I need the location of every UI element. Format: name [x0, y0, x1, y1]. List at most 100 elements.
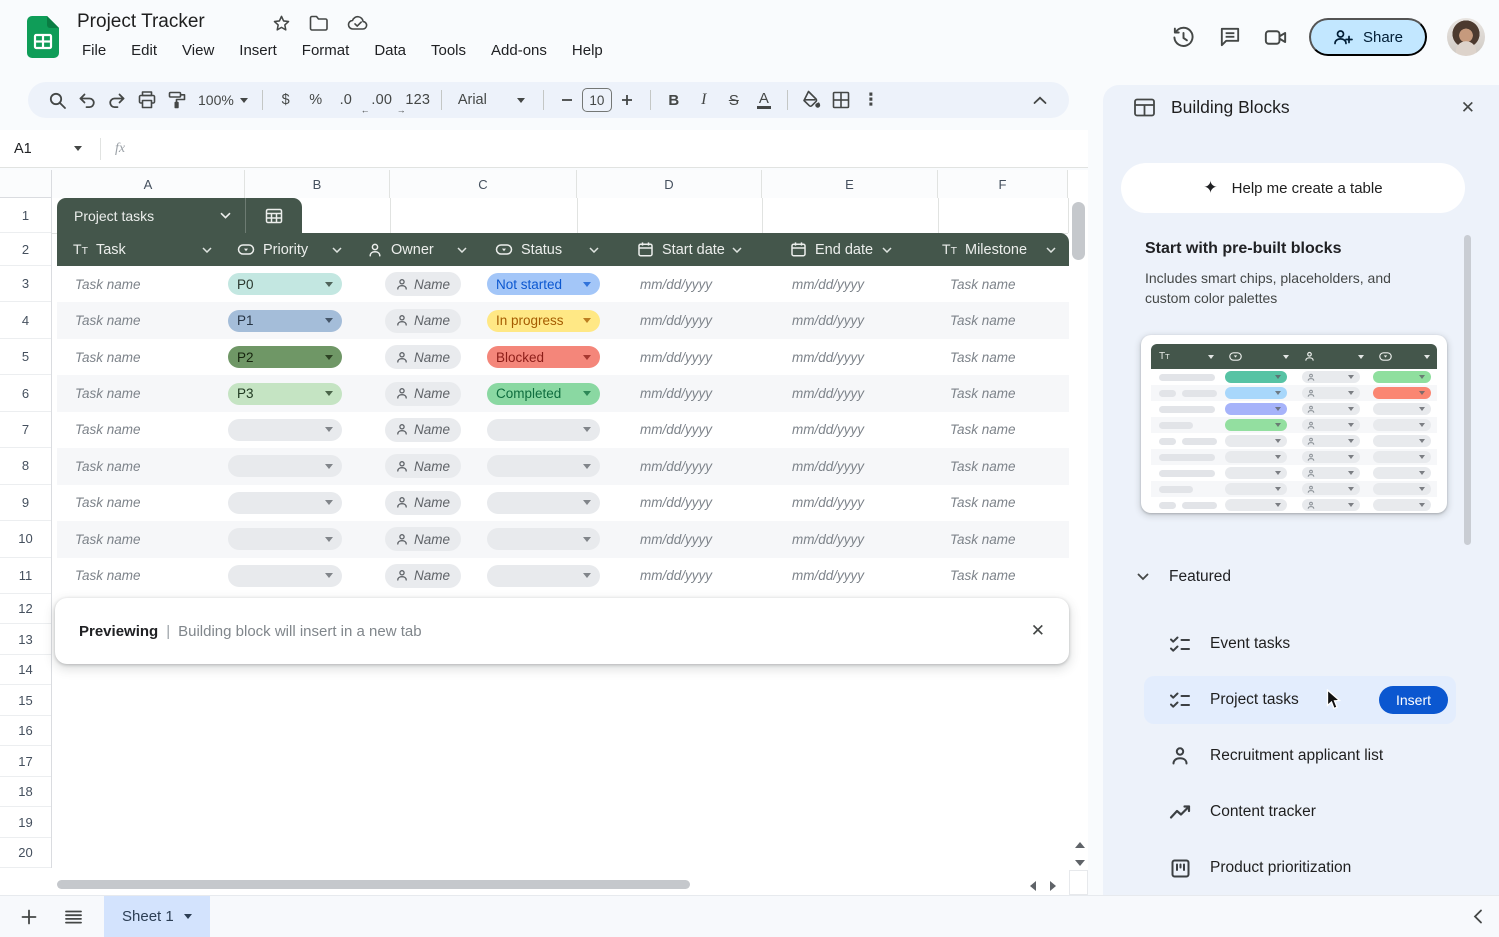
row-header[interactable]: 6 [0, 375, 51, 412]
menu-item[interactable]: Tools [424, 40, 473, 61]
start-date-cell[interactable]: mm/dd/yyyy [612, 412, 755, 448]
status-cell[interactable] [480, 521, 612, 557]
priority-cell[interactable] [225, 558, 355, 594]
more-formats-button[interactable]: 123 [403, 86, 433, 114]
owner-cell[interactable]: Name [355, 412, 480, 448]
sidebar-item-product-prioritization[interactable]: Product prioritization [1144, 840, 1456, 896]
menu-item[interactable]: Format [295, 40, 357, 61]
chevron-down-icon[interactable] [74, 146, 82, 151]
row-header[interactable]: 19 [0, 807, 51, 838]
sidebar-item-recruitment-applicant-list[interactable]: Recruitment applicant list [1144, 728, 1456, 784]
milestone-cell[interactable]: Task name [905, 558, 1069, 594]
priority-chip[interactable]: P2 [228, 346, 342, 369]
row-header[interactable]: 4 [0, 302, 51, 339]
close-icon[interactable]: ✕ [1461, 98, 1475, 118]
text-color-button[interactable]: A [749, 86, 779, 114]
row-header[interactable]: 16 [0, 716, 51, 747]
column-header-priority[interactable]: Priority [225, 233, 355, 266]
column-header-owner[interactable]: Owner [355, 233, 480, 266]
menu-item[interactable]: File [75, 40, 113, 61]
decrease-font-size-button[interactable] [552, 86, 582, 114]
priority-cell[interactable] [225, 448, 355, 484]
task-cell[interactable]: Task name [57, 558, 225, 594]
status-cell[interactable] [480, 448, 612, 484]
sheet-tab[interactable]: Sheet 1 [104, 895, 210, 937]
sidebar-item-project-tasks[interactable]: Project tasks Insert [1144, 676, 1456, 724]
priority-cell[interactable]: P0 [225, 266, 355, 302]
priority-chip[interactable]: P1 [228, 309, 342, 332]
borders-icon[interactable] [826, 86, 856, 114]
currency-format-button[interactable]: $ [271, 86, 301, 114]
task-cell[interactable]: Task name [57, 266, 225, 302]
priority-cell[interactable] [225, 485, 355, 521]
status-chip[interactable]: Blocked [487, 346, 600, 369]
table-options-icon[interactable] [246, 198, 302, 233]
scroll-left-icon[interactable] [1030, 881, 1036, 891]
task-cell[interactable]: Task name [57, 485, 225, 521]
bold-button[interactable]: B [659, 86, 689, 114]
status-cell[interactable]: In progress [480, 302, 612, 338]
chevron-down-icon[interactable] [202, 246, 212, 253]
column-header-milestone[interactable]: TT Milestone [905, 233, 1069, 266]
milestone-cell[interactable]: Task name [905, 375, 1069, 411]
end-date-cell[interactable]: mm/dd/yyyy [755, 448, 905, 484]
menu-item[interactable]: Data [367, 40, 413, 61]
fx-label[interactable]: fx [115, 141, 125, 157]
start-date-cell[interactable]: mm/dd/yyyy [612, 375, 755, 411]
row-header[interactable]: 20 [0, 838, 51, 869]
menu-item[interactable]: View [175, 40, 221, 61]
chevron-down-icon[interactable] [516, 97, 525, 103]
end-date-cell[interactable]: mm/dd/yyyy [755, 266, 905, 302]
fill-color-icon[interactable] [796, 86, 826, 114]
end-date-cell[interactable]: mm/dd/yyyy [755, 485, 905, 521]
start-date-cell[interactable]: mm/dd/yyyy [612, 302, 755, 338]
status-chip[interactable]: Completed [487, 382, 600, 405]
column-header-start-date[interactable]: Start date [612, 233, 755, 266]
start-date-cell[interactable]: mm/dd/yyyy [612, 266, 755, 302]
start-date-cell[interactable]: mm/dd/yyyy [612, 558, 755, 594]
row-header[interactable]: 11 [0, 558, 51, 594]
priority-chip[interactable]: P0 [228, 273, 342, 296]
status-cell[interactable]: Not started [480, 266, 612, 302]
end-date-cell[interactable]: mm/dd/yyyy [755, 302, 905, 338]
task-cell[interactable]: Task name [57, 521, 225, 557]
row-header[interactable]: 7 [0, 412, 51, 449]
owner-chip[interactable]: Name [385, 308, 462, 333]
priority-chip[interactable] [228, 491, 342, 514]
status-chip[interactable] [487, 418, 600, 441]
owner-chip[interactable]: Name [385, 454, 462, 479]
end-date-cell[interactable]: mm/dd/yyyy [755, 375, 905, 411]
column-header[interactable]: F [938, 170, 1068, 198]
owner-chip[interactable]: Name [385, 490, 462, 515]
vertical-scrollbar[interactable] [1072, 202, 1085, 260]
start-date-cell[interactable]: mm/dd/yyyy [612, 521, 755, 557]
milestone-cell[interactable]: Task name [905, 485, 1069, 521]
milestone-cell[interactable]: Task name [905, 339, 1069, 375]
undo-icon[interactable] [72, 86, 102, 114]
status-cell[interactable]: Completed [480, 375, 612, 411]
priority-chip[interactable] [228, 455, 342, 478]
milestone-cell[interactable]: Task name [905, 266, 1069, 302]
table-name-tab[interactable]: Project tasks [57, 198, 302, 233]
column-header[interactable]: E [762, 170, 938, 198]
row-header[interactable]: 13 [0, 624, 51, 655]
status-chip[interactable]: In progress [487, 309, 600, 332]
task-cell[interactable]: Task name [57, 339, 225, 375]
font-size-input[interactable]: 10 [581, 88, 612, 112]
status-chip[interactable]: Not started [487, 273, 600, 296]
owner-cell[interactable]: Name [355, 558, 480, 594]
column-header[interactable]: B [245, 170, 390, 198]
owner-chip[interactable]: Name [385, 563, 462, 588]
status-cell[interactable] [480, 412, 612, 448]
video-call-icon[interactable] [1263, 24, 1289, 50]
priority-cell[interactable] [225, 412, 355, 448]
sidebar-item-content-tracker[interactable]: Content tracker [1144, 784, 1456, 840]
menu-item[interactable]: Help [565, 40, 610, 61]
avatar[interactable] [1447, 18, 1485, 56]
status-cell[interactable]: Blocked [480, 339, 612, 375]
start-date-cell[interactable]: mm/dd/yyyy [612, 448, 755, 484]
comments-icon[interactable] [1217, 24, 1243, 50]
increase-decimal-button[interactable]: .00 → [367, 86, 405, 115]
column-header[interactable]: D [577, 170, 762, 198]
milestone-cell[interactable]: Task name [905, 521, 1069, 557]
